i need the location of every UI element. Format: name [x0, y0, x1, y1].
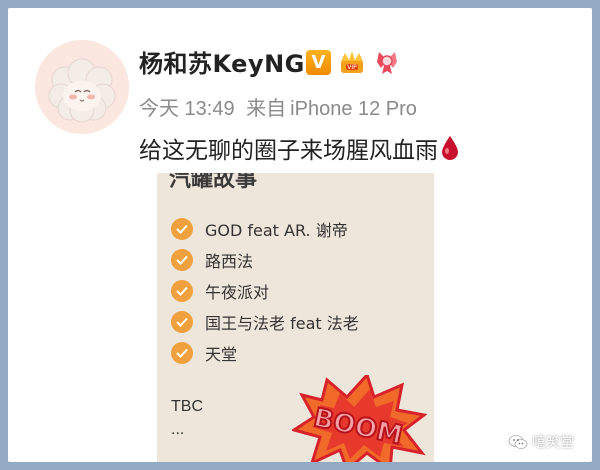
check-icon: [171, 311, 193, 333]
svg-text:VIP: VIP: [347, 64, 357, 71]
check-icon: [171, 342, 193, 364]
watermark: 嘻笑堂: [508, 432, 574, 452]
check-icon: [171, 280, 193, 302]
image-title: 汽罐故事: [169, 173, 258, 192]
song-label: 路西法: [205, 252, 254, 271]
crown-badge-icon[interactable]: VIP: [338, 48, 366, 76]
verified-badge-icon[interactable]: V: [306, 49, 331, 75]
post-time[interactable]: 今天 13:49: [139, 98, 235, 120]
username[interactable]: 杨和苏KeyNG: [139, 44, 305, 79]
ellipsis-label: ...: [171, 421, 185, 438]
post-image[interactable]: 汽罐故事 GOD feat AR. 谢帝 路西法 午夜派对 国王与法老 feat…: [157, 173, 434, 462]
post-text: 给这无聊的圈子来场腥风血雨: [139, 131, 460, 167]
song-label: 天堂: [205, 345, 238, 364]
song-label: 国王与法老 feat 法老: [205, 314, 359, 333]
wechat-icon: [508, 435, 528, 449]
song-item: 国王与法老 feat 法老: [171, 310, 359, 334]
post-source-prefix: 来自: [246, 98, 287, 120]
boom-sticker-icon: BOOM: [292, 375, 427, 462]
check-icon: [171, 218, 193, 240]
tbc-label: TBC: [171, 398, 203, 415]
check-icon: [171, 249, 193, 271]
song-label: 午夜派对: [205, 283, 270, 302]
song-label: GOD feat AR. 谢帝: [205, 221, 348, 240]
badge-row: V VIP: [306, 48, 401, 76]
ribbon-badge-icon[interactable]: [373, 48, 401, 76]
song-item: 午夜派对: [171, 279, 269, 303]
user-avatar[interactable]: [35, 40, 129, 134]
watermark-label: 嘻笑堂: [532, 435, 574, 451]
post-meta: 今天 13:49 来自 iPhone 12 Pro: [139, 92, 417, 121]
blood-drop-icon: [440, 135, 460, 167]
post-device: iPhone 12 Pro: [290, 98, 417, 120]
post-card: 杨和苏KeyNG V VIP 今天 13:49 来自 iPhone 12 Pro …: [8, 8, 592, 462]
song-item: GOD feat AR. 谢帝: [171, 217, 348, 241]
song-item: 路西法: [171, 248, 253, 272]
post-body: 给这无聊的圈子来场腥风血雨: [139, 138, 438, 164]
sheep-avatar-icon: [35, 40, 129, 134]
song-item: 天堂: [171, 341, 237, 365]
